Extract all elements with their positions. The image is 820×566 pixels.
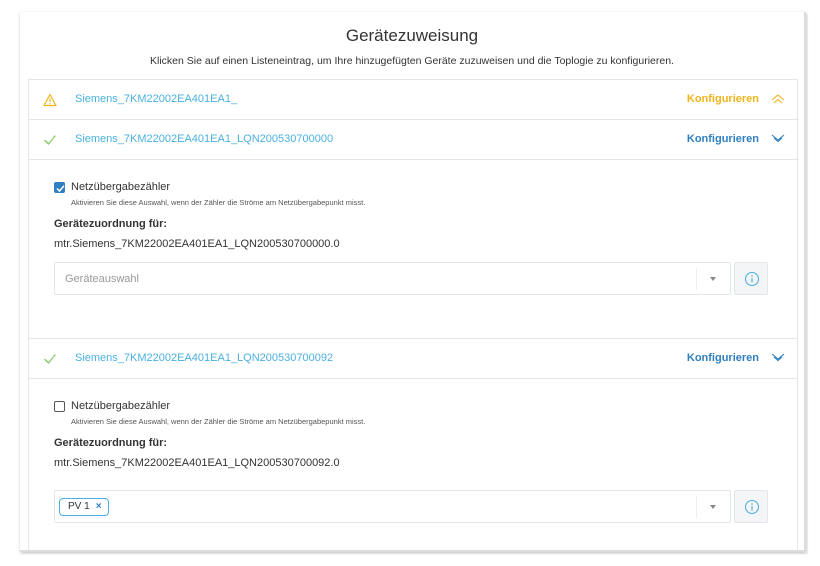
page-title: Gerätezuweisung — [345, 26, 479, 45]
device-select[interactable]: PV 1 × — [54, 490, 731, 523]
device-name[interactable]: Siemens_7KM22002EA401EA1_LQN200530700092 — [75, 352, 333, 364]
page-subtitle: Klicken Sie auf einen Listeneintrag, um … — [150, 55, 674, 67]
grid-meter-label: Netzübergabezähler — [71, 181, 171, 193]
select-separator — [696, 496, 697, 518]
select-placeholder: Geräteauswahl — [65, 273, 139, 285]
grid-meter-label: Netzübergabezähler — [71, 400, 171, 412]
info-circle-icon — [744, 271, 760, 287]
info-button[interactable] — [734, 262, 768, 295]
double-chevron-down-icon[interactable] — [771, 353, 785, 363]
mapping-label: Gerätezuordnung für: — [54, 218, 168, 230]
device-name[interactable]: Siemens_7KM22002EA401EA1_ — [75, 93, 237, 105]
device-assignment-dialog: Gerätezuweisung Klicken Sie auf einen Li… — [20, 12, 806, 552]
mapping-value: mtr.Siemens_7KM22002EA401EA1_LQN20053070… — [54, 457, 340, 469]
device-config-panel-2: Netzübergabezähler Aktivieren Sie diese … — [28, 159, 798, 334]
device-select[interactable]: Geräteauswahl — [54, 262, 731, 295]
device-config-panel-3: Netzübergabezähler Aktivieren Sie diese … — [28, 378, 798, 550]
warning-triangle-icon — [43, 93, 57, 107]
mapping-label: Gerätezuordnung für: — [54, 437, 168, 449]
checkmark-icon — [56, 185, 65, 193]
select-separator — [696, 268, 697, 290]
double-chevron-down-icon[interactable] — [771, 134, 785, 144]
device-row-3[interactable]: Siemens_7KM22002EA401EA1_LQN200530700092… — [28, 338, 798, 378]
info-button[interactable] — [734, 490, 768, 523]
device-row-2[interactable]: Siemens_7KM22002EA401EA1_LQN200530700000… — [28, 119, 798, 159]
grid-meter-checkbox[interactable] — [54, 182, 65, 193]
grid-meter-checkbox[interactable] — [54, 401, 65, 412]
tag-label: PV 1 — [68, 501, 90, 512]
grid-meter-hint: Aktivieren Sie diese Auswahl, wenn der Z… — [71, 198, 366, 207]
configure-button[interactable]: Konfigurieren — [687, 133, 759, 145]
info-circle-icon — [744, 499, 760, 515]
mapping-value: mtr.Siemens_7KM22002EA401EA1_LQN20053070… — [54, 238, 340, 250]
configure-button[interactable]: Konfigurieren — [687, 352, 759, 364]
caret-down-icon[interactable] — [710, 505, 716, 509]
tag-remove-icon[interactable]: × — [96, 501, 102, 512]
configure-button[interactable]: Konfigurieren — [687, 93, 759, 105]
check-icon — [44, 135, 56, 145]
device-row-1[interactable]: Siemens_7KM22002EA401EA1_ Konfigurieren — [28, 79, 798, 119]
selected-device-tag: PV 1 × — [59, 498, 109, 516]
device-name[interactable]: Siemens_7KM22002EA401EA1_LQN200530700000 — [75, 133, 333, 145]
grid-meter-hint: Aktivieren Sie diese Auswahl, wenn der Z… — [71, 417, 366, 426]
check-icon — [44, 354, 56, 364]
caret-down-icon[interactable] — [710, 277, 716, 281]
device-list: Siemens_7KM22002EA401EA1_ Konfigurieren … — [28, 79, 798, 550]
double-chevron-up-icon[interactable] — [771, 94, 785, 104]
